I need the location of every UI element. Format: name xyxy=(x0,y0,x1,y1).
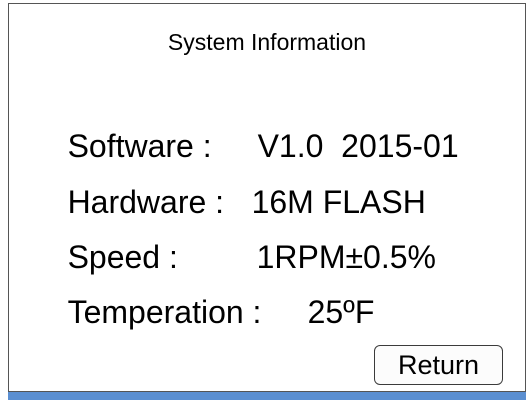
temperature-row: Temperation : 25ºF xyxy=(32,252,375,372)
return-button[interactable]: Return xyxy=(374,345,503,385)
dialog-title: System Information xyxy=(167,29,367,55)
temperature-value: 25ºF xyxy=(307,294,375,330)
bottom-bar xyxy=(8,392,526,400)
system-info-panel: System Information Software : V1.0 2015-0… xyxy=(8,3,526,392)
temperature-label: Temperation : xyxy=(67,294,262,330)
